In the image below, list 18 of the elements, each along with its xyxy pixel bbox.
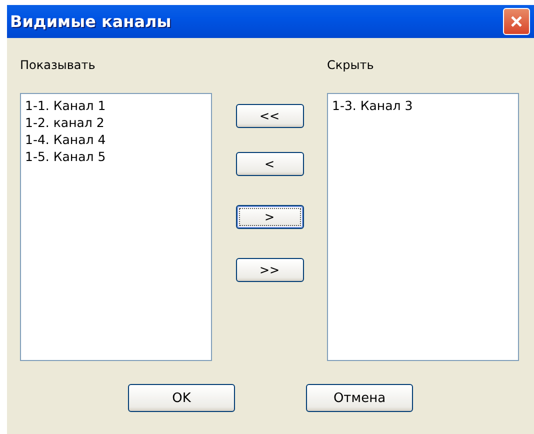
move-button[interactable]: >>	[236, 258, 304, 282]
list-box[interactable]: 1-1. Канал 1 1-2. канал 2 1-4. Канал 4 1-5. Канал 5	[20, 93, 212, 361]
list-item[interactable]: 1-5. Канал 5	[25, 148, 207, 165]
cancel-button[interactable]: Отмена	[306, 384, 413, 412]
list-label: Показывать	[20, 58, 96, 74]
list-label: Скрыть	[327, 58, 375, 74]
close-icon	[510, 15, 523, 28]
list-item[interactable]: 1-1. Канал 1	[25, 97, 207, 114]
window-title: Видимые каналы	[10, 12, 172, 31]
move-button[interactable]: <	[236, 152, 304, 176]
list-item[interactable]: 1-3. Канал 3	[332, 97, 514, 114]
list-item[interactable]: 1-4. Канал 4	[25, 131, 207, 148]
close-button[interactable]	[503, 8, 530, 35]
move-button[interactable]: <<	[236, 104, 304, 128]
move-button[interactable]: >	[236, 205, 304, 229]
list-item[interactable]: 1-2. канал 2	[25, 114, 207, 131]
list-box[interactable]: 1-3. Канал 3	[327, 93, 519, 361]
ok-button[interactable]: OK	[128, 384, 235, 412]
